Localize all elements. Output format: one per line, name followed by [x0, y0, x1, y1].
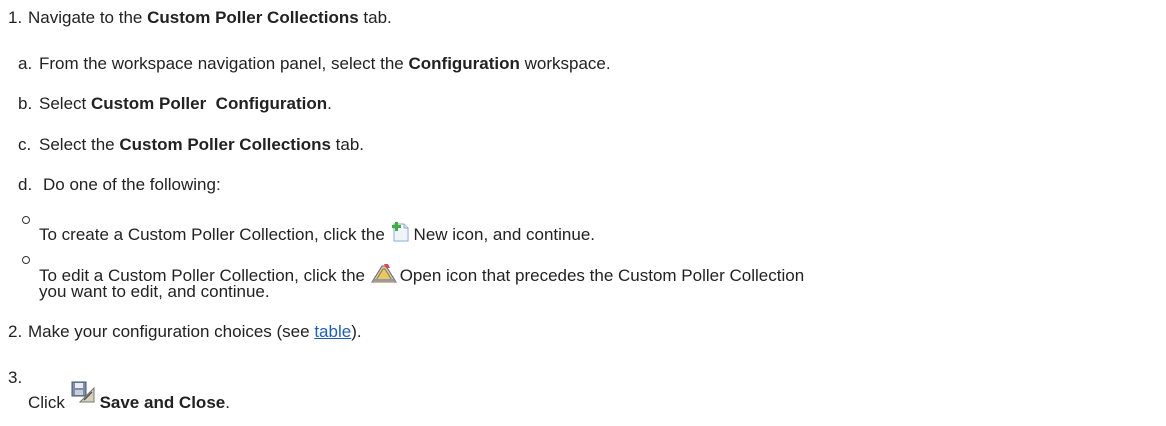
sub-bullet-1-marker: [22, 216, 30, 224]
step-1a-text: From the workspace navigation panel, sel…: [39, 54, 611, 74]
step-1-bold: Custom Poller Collections: [147, 8, 359, 27]
open-folder-icon[interactable]: [370, 262, 398, 284]
step-2-text: Make your configuration choices (see tab…: [28, 322, 362, 342]
step-1-marker: 1.: [8, 8, 23, 27]
step-1b-text: Select Custom Poller Configuration.: [39, 94, 332, 114]
step-1c-bold: Custom Poller Collections: [119, 135, 331, 154]
step-1d-text: Do one of the following:: [43, 175, 221, 194]
step-1b-post: .: [327, 94, 332, 113]
step-2-marker: 2.: [8, 322, 23, 341]
save-and-close-icon[interactable]: [70, 380, 96, 404]
step-2-pre: Make your configuration choices (see: [28, 322, 315, 341]
table-link[interactable]: table: [314, 322, 351, 341]
step-1c-pre: Select the: [39, 135, 120, 154]
sub-1-pre: To create a Custom Poller Collection, cl…: [39, 225, 390, 244]
step-1b-pre: Select: [39, 94, 91, 113]
step-1b-bold: Custom Poller Configuration: [90, 94, 328, 113]
step-3-post: .: [225, 393, 230, 412]
step-1-text: Navigate to the Custom Poller Collection…: [28, 8, 392, 28]
step-1a-bold: Configuration: [408, 54, 520, 73]
sub-bullet-2-continuation: you want to edit, and continue.: [39, 282, 270, 301]
step-1c-text: Select the Custom Poller Collections tab…: [39, 135, 364, 155]
step-1c-marker: c.: [18, 135, 32, 154]
step-1b-marker: b.: [18, 94, 33, 113]
step-3-text: Click Save and Close.: [28, 380, 230, 413]
sub-1-post: New icon, and continue.: [413, 225, 595, 244]
step-1c-post: tab.: [330, 135, 365, 154]
step-1d-marker: d.: [18, 175, 33, 194]
step-3-marker: 3.: [8, 368, 23, 387]
step-1a-marker: a.: [18, 54, 33, 73]
sub-2-post: Open icon that precedes the Custom Polle…: [399, 266, 805, 285]
step-1a-post: workspace.: [519, 54, 611, 73]
step-3-bold: Save and Close: [99, 393, 226, 412]
new-document-icon[interactable]: [390, 221, 412, 243]
step-1-pre: Navigate to the: [28, 8, 148, 27]
sub-bullet-2-marker: [22, 256, 30, 264]
step-3-pre: Click: [28, 393, 70, 412]
step-1a-pre: From the workspace navigation panel, sel…: [39, 54, 409, 73]
sub-bullet-1-text: To create a Custom Poller Collection, cl…: [39, 221, 595, 245]
step-1-post: tab.: [358, 8, 392, 27]
step-2-post: ).: [351, 322, 362, 341]
